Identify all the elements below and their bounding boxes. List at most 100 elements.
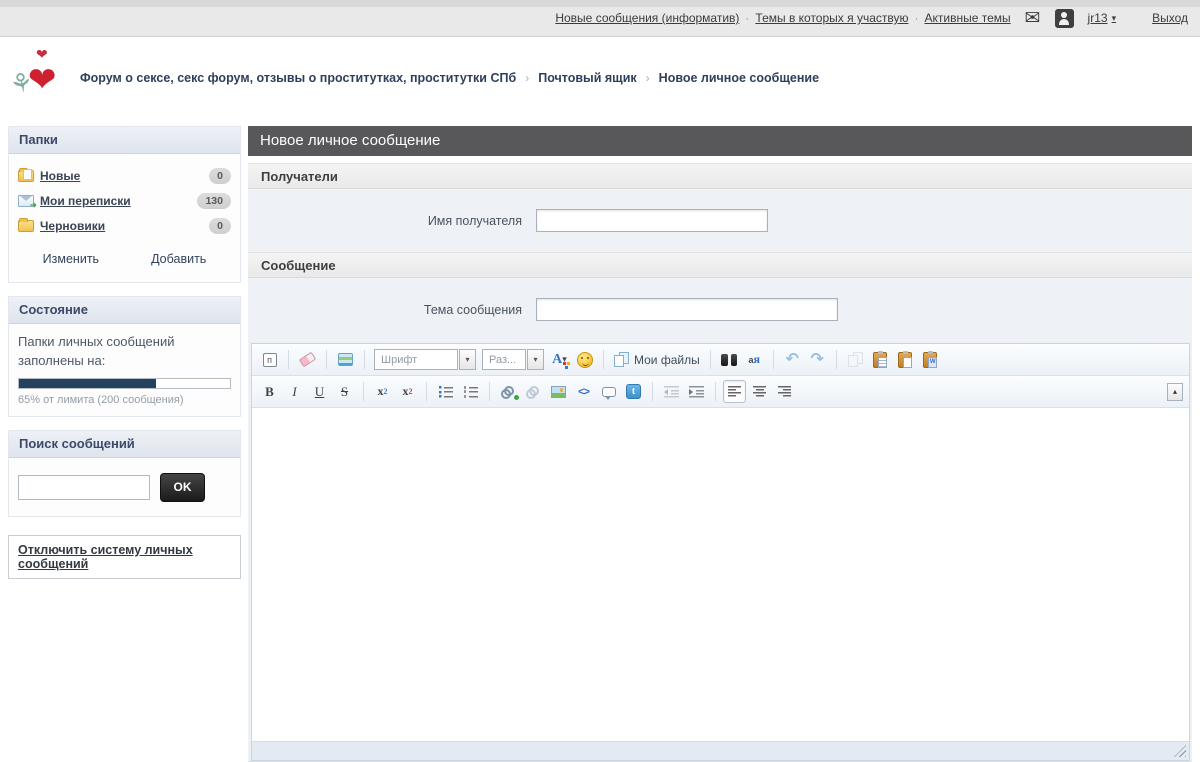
undo-button[interactable]: ↶	[781, 348, 804, 371]
font-select[interactable]: Шрифт ▾	[374, 349, 476, 370]
paste-button[interactable]	[869, 348, 892, 371]
align-right-button[interactable]	[773, 380, 796, 403]
subject-input[interactable]	[536, 298, 838, 321]
size-select-value: Раз...	[482, 349, 526, 370]
remove-link-button[interactable]	[522, 380, 545, 403]
disable-pm-link[interactable]: Отключить систему личных сообщений	[18, 543, 193, 571]
sidebar-item-new[interactable]: Новые 0	[18, 163, 231, 188]
superscript-button[interactable]: x2	[396, 380, 419, 403]
folders-title: Папки	[9, 127, 240, 154]
copy-button[interactable]	[844, 348, 867, 371]
topbar-link-new-messages[interactable]: Новые сообщения (информатив)	[555, 11, 739, 25]
indent-button[interactable]	[685, 380, 708, 403]
small-heart-icon: ❤	[36, 46, 48, 63]
align-center-button[interactable]	[748, 380, 771, 403]
templates-icon	[338, 353, 353, 366]
translate-button[interactable]: aя	[743, 348, 766, 371]
main-area: Новое личное сообщение Получатели Имя по…	[248, 126, 1192, 762]
numbered-list-button[interactable]	[459, 380, 482, 403]
insert-quote-button[interactable]	[597, 380, 620, 403]
font-color-button[interactable]: A ▾	[548, 348, 571, 371]
recipient-name-input[interactable]	[536, 209, 768, 232]
outdent-button[interactable]	[660, 380, 683, 403]
paste-plain-icon	[898, 352, 912, 368]
insert-image-button[interactable]	[547, 380, 570, 403]
search-box: Поиск сообщений OK	[8, 430, 241, 517]
site-logo[interactable]: ⚘ ❤ ❤	[10, 54, 68, 102]
topbar-link-my-topics[interactable]: Темы в которых я участвую	[755, 11, 908, 25]
align-center-icon	[753, 386, 766, 397]
search-ok-button[interactable]: OK	[160, 473, 205, 502]
folder-drafts-link[interactable]: Черновики	[40, 219, 105, 233]
chevron-down-icon: ▾	[1112, 13, 1117, 24]
source-mode-icon: п	[263, 353, 277, 367]
insert-link-button[interactable]	[497, 380, 520, 403]
topbar-links: Новые сообщения (информатив) · Темы в ко…	[555, 11, 1010, 25]
breadcrumb: ⚘ ❤ ❤ Форум о сексе, секс форум, отзывы …	[0, 37, 1200, 118]
bold-button[interactable]: B	[258, 380, 281, 403]
editor-toolbar-row1: п Шрифт ▾ Раз... ▾ A	[252, 344, 1189, 376]
compose-panel: Получатели Имя получателя Сообщение Тема…	[248, 163, 1192, 762]
my-files-label: Мои файлы	[634, 353, 700, 367]
size-select[interactable]: Раз... ▾	[482, 349, 544, 370]
toolbar-collapse-button[interactable]: ▴	[1167, 383, 1183, 401]
profile-card-icon[interactable]	[1055, 9, 1074, 28]
subscript-button[interactable]: x2	[371, 380, 394, 403]
username-menu[interactable]: jr13 ▾	[1088, 11, 1117, 25]
status-box: Состояние Папки личных сообщений заполне…	[8, 296, 241, 417]
remove-format-button[interactable]	[296, 348, 319, 371]
toolbar-divider	[326, 350, 327, 369]
redo-icon: ↷	[811, 352, 824, 368]
paste-plain-button[interactable]	[894, 348, 917, 371]
separator: ·	[745, 11, 749, 25]
strikethrough-button[interactable]: S	[333, 380, 356, 403]
insert-code-button[interactable]: <>	[572, 380, 595, 403]
heart-icon: ❤	[28, 60, 57, 100]
toggle-source-button[interactable]: п	[258, 348, 281, 371]
toolbar-divider	[288, 350, 289, 369]
search-replace-button[interactable]	[718, 348, 741, 371]
my-files-button[interactable]: Мои файлы	[611, 348, 703, 371]
font-color-icon: A	[552, 352, 562, 368]
topbar-link-active-topics[interactable]: Активные темы	[924, 11, 1010, 25]
resize-grip[interactable]	[1174, 745, 1186, 757]
rich-text-editor: п Шрифт ▾ Раз... ▾ A	[251, 343, 1190, 761]
recipient-name-label: Имя получателя	[248, 214, 536, 228]
folder-new-count-badge: 0	[209, 168, 231, 184]
italic-button[interactable]: I	[283, 380, 306, 403]
edit-folders-link[interactable]: Изменить	[43, 252, 99, 266]
add-folder-link[interactable]: Добавить	[151, 252, 206, 266]
bullet-list-button[interactable]	[434, 380, 457, 403]
insert-tweet-button[interactable]: t	[622, 380, 645, 403]
logout-link[interactable]: Выход	[1152, 11, 1188, 25]
unlink-icon	[526, 386, 541, 398]
editor-footer	[252, 742, 1189, 760]
redo-button[interactable]: ↷	[806, 348, 829, 371]
recipient-field-row: Имя получателя	[248, 189, 1192, 252]
underline-button[interactable]: U	[308, 380, 331, 403]
font-select-arrow-icon[interactable]: ▾	[459, 349, 476, 370]
sidebar-item-drafts[interactable]: Черновики 0	[18, 213, 231, 238]
message-body-input[interactable]	[252, 408, 1189, 742]
toolbar-divider	[426, 382, 427, 401]
folder-new-link[interactable]: Новые	[40, 169, 80, 183]
search-input[interactable]	[18, 475, 150, 500]
quota-progress-bar	[18, 378, 231, 389]
status-text-line1: Папки личных сообщений	[18, 333, 231, 352]
toolbar-divider	[489, 382, 490, 401]
breadcrumb-site-link[interactable]: Форум о сексе, секс форум, отзывы о прос…	[80, 71, 516, 85]
outdent-icon	[664, 386, 679, 398]
sidebar-item-conversations[interactable]: Мои переписки 130	[18, 188, 231, 213]
breadcrumb-mailbox-link[interactable]: Почтовый ящик	[538, 71, 636, 85]
folder-conversations-link[interactable]: Мои переписки	[40, 194, 131, 208]
folder-icon	[18, 220, 34, 232]
username-label: jr13	[1088, 11, 1108, 25]
emoticons-button[interactable]	[573, 348, 596, 371]
size-select-arrow-icon[interactable]: ▾	[527, 349, 544, 370]
inbox-envelope-icon[interactable]: ✉	[1025, 9, 1041, 28]
align-left-button[interactable]	[723, 380, 746, 403]
paste-word-button[interactable]: W	[919, 348, 942, 371]
link-icon	[501, 386, 516, 398]
templates-button[interactable]	[334, 348, 357, 371]
toolbar-divider	[715, 382, 716, 401]
